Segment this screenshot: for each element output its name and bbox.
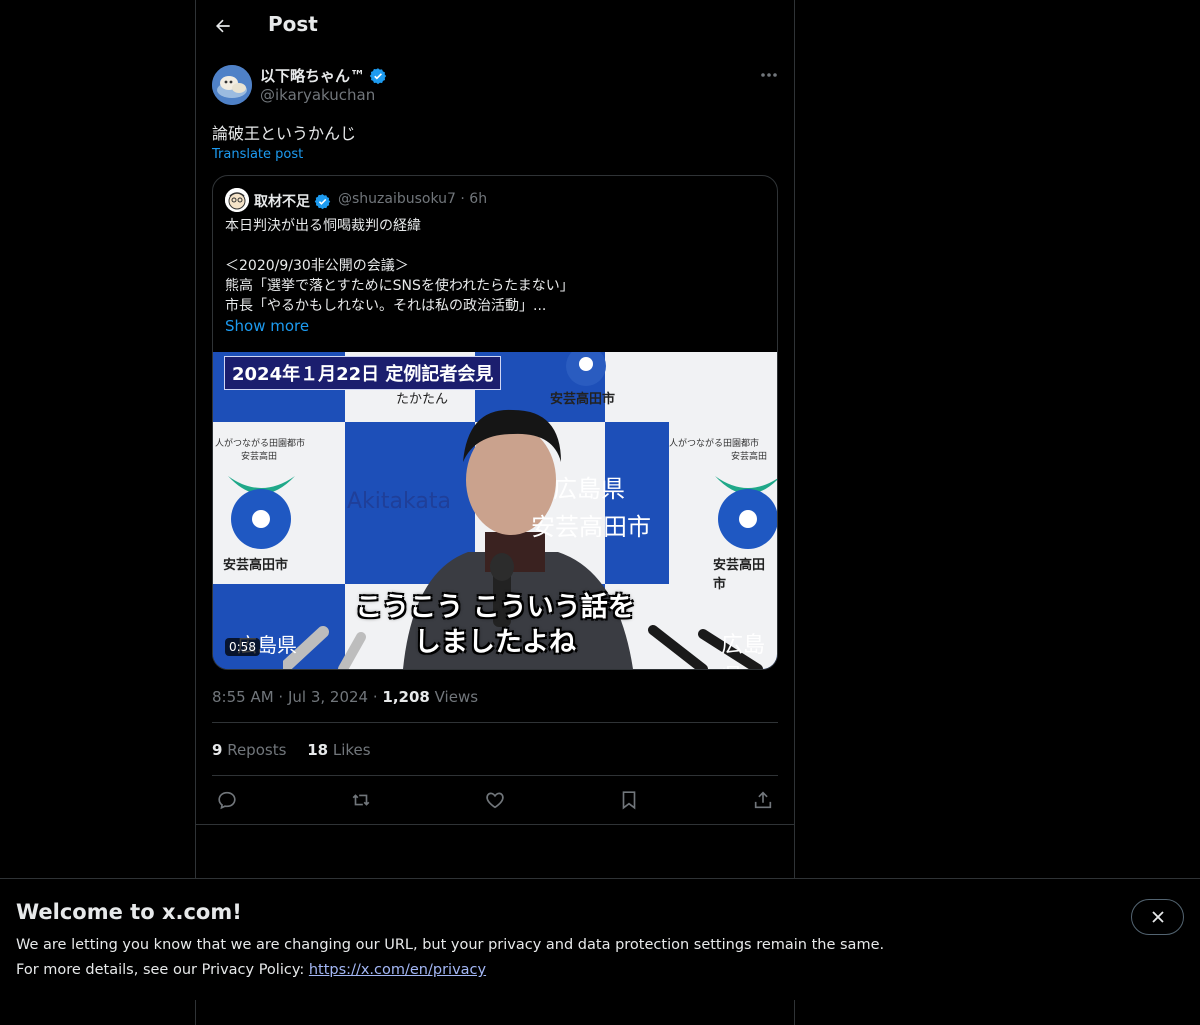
views-label: Views (429, 688, 479, 706)
author-handle[interactable]: @ikaryakuchan (260, 86, 375, 104)
backdrop-text-city-short: 安芸高田 (241, 452, 278, 462)
backdrop-text-pref: 広島県 (553, 475, 625, 503)
verified-badge-icon (314, 193, 331, 209)
bookmark-icon (622, 791, 636, 810)
likes-label: Likes (328, 741, 371, 759)
backdrop-text-takatan: たかたん (396, 392, 449, 407)
video-duration: 0:58 (225, 638, 260, 656)
author-name[interactable]: 以下略ちゃん™ (260, 65, 387, 86)
post-meta: 8:55 AM · Jul 3, 2024 · 1,208 Views (212, 688, 478, 706)
likes-count: 18 (307, 741, 329, 759)
welcome-banner: Welcome to x.com! We are letting you kno… (0, 878, 1200, 1000)
like-button[interactable] (480, 787, 510, 813)
backdrop-text-city: 安芸高田市 (550, 392, 616, 407)
back-button[interactable] (208, 11, 238, 41)
banner-title: Welcome to x.com! (16, 900, 242, 924)
quoted-avatar (225, 188, 249, 212)
quoted-handle-time: @shuzaibusoku7 · 6h (338, 191, 488, 207)
video-subtitle-line: こうこう こういう話を (355, 592, 635, 623)
likes-stat[interactable]: 18 Likes (307, 741, 370, 759)
backdrop-text-city-bottom: 安芸高田市 (531, 513, 651, 541)
reply-button[interactable] (212, 787, 242, 813)
divider (196, 824, 794, 825)
avatar[interactable] (212, 65, 252, 105)
post-text: 論破王というかんじ (212, 124, 357, 143)
quoted-text-line: 市長「やるかもしれない。それは私の政治活動」... (225, 298, 547, 314)
share-button[interactable] (748, 787, 778, 813)
banner-message: We are letting you know that we are chan… (16, 937, 885, 953)
divider (212, 775, 778, 776)
page-header: Post (196, 0, 794, 53)
close-icon (1151, 911, 1164, 923)
post-stats: 9 Reposts 18 Likes (212, 741, 387, 759)
heart-icon (486, 792, 504, 809)
more-options-button[interactable] (754, 64, 784, 86)
verified-badge-icon (369, 67, 387, 84)
quoted-text-line: 本日判決が出る恫喝裁判の経緯 (225, 218, 421, 234)
banner-message: For more details, see our Privacy Policy… (16, 962, 486, 978)
reposts-count: 9 (212, 741, 223, 759)
quoted-text-line: 熊高「選挙で落とすためにSNSを使われたらたまない」 (225, 278, 574, 294)
backdrop-text-slogan: 人がつながる田園都市 (215, 439, 306, 449)
post-timestamp[interactable]: 8:55 AM · Jul 3, 2024 · (212, 688, 382, 706)
reposts-label: Reposts (222, 741, 287, 759)
bookmark-button[interactable] (614, 787, 644, 813)
quoted-text-line: ＜2020/9/30非公開の会議＞ (225, 258, 409, 274)
close-banner-button[interactable] (1131, 899, 1184, 935)
page-title: Post (268, 12, 318, 36)
repost-icon (352, 794, 370, 806)
banner-message-prefix: For more details, see our Privacy Policy… (16, 962, 309, 978)
author-name-text: 以下略ちゃん™ (260, 67, 366, 85)
translate-post-link[interactable]: Translate post (212, 147, 303, 162)
views-count: 1,208 (382, 688, 430, 706)
main-column: Post 以下略ちゃん™ @ikaryakuchan 論破王というかんじ Tra… (195, 0, 795, 1025)
quoted-text-line (225, 236, 765, 256)
arrow-left-icon (216, 19, 230, 33)
quoted-text: 本日判決が出る恫喝裁判の経緯 ＜2020/9/30非公開の会議＞ 熊高「選挙で落… (225, 216, 765, 316)
backdrop-text-city-short: 安芸高田 (731, 452, 768, 462)
reposts-stat[interactable]: 9 Reposts (212, 741, 286, 759)
video-subtitle-line: しましたよね (414, 627, 576, 658)
video-player[interactable]: たかたん 安芸高田市 人がつながる田園都市 安芸高田 人がつながる田園都市 安芸… (213, 352, 777, 669)
reply-icon (218, 791, 236, 810)
video-title-badge: 2024年１月22日 定例記者会見 (224, 356, 502, 390)
backdrop-text-akitakata: Akitakata (347, 489, 451, 514)
repost-button[interactable] (346, 787, 376, 813)
backdrop-text-slogan: 人がつながる田園都市 (669, 439, 760, 449)
divider (212, 722, 778, 723)
privacy-policy-link[interactable]: https://x.com/en/privacy (309, 962, 486, 978)
quoted-author-name: 取材不足 (254, 191, 331, 211)
quoted-post[interactable]: 取材不足 @shuzaibusoku7 · 6h 本日判決が出る恫喝裁判の経緯 … (212, 175, 778, 670)
quoted-author-name-text: 取材不足 (254, 194, 310, 210)
backdrop-text-city: 安芸高田市 (223, 558, 289, 573)
share-icon (754, 791, 772, 809)
more-icon (761, 73, 777, 77)
show-more-link[interactable]: Show more (225, 317, 309, 335)
